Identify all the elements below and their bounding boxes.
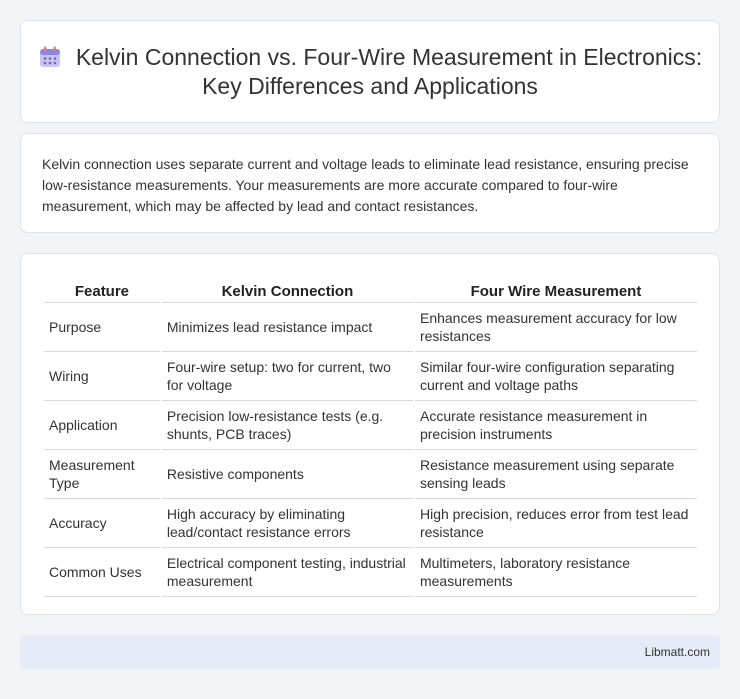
four-wire-cell: High precision, reduces error from test … [414, 499, 697, 548]
feature-cell: Accuracy [44, 499, 160, 548]
page-title: Kelvin Connection vs. Four-Wire Measurem… [21, 43, 719, 101]
page-title-text: Kelvin Connection vs. Four-Wire Measurem… [75, 44, 703, 99]
header-kelvin: Kelvin Connection [161, 273, 413, 303]
title-card: Kelvin Connection vs. Four-Wire Measurem… [20, 20, 720, 123]
table-row: Accuracy High accuracy by eliminating le… [44, 499, 697, 548]
kelvin-cell: Four-wire setup: two for current, two fo… [161, 352, 413, 401]
table-header-row: Feature Kelvin Connection Four Wire Meas… [44, 273, 697, 303]
table-row: Wiring Four-wire setup: two for current,… [44, 352, 697, 401]
intro-paragraph: Kelvin connection uses separate current … [42, 156, 689, 214]
calendar-icon [38, 45, 62, 69]
four-wire-cell: Resistance measurement using separate se… [414, 450, 697, 499]
feature-cell: Wiring [44, 352, 160, 401]
kelvin-cell: Precision low-resistance tests (e.g. shu… [161, 401, 413, 450]
feature-cell: Application [44, 401, 160, 450]
table-row: Purpose Minimizes lead resistance impact… [44, 303, 697, 352]
feature-cell: Common Uses [44, 548, 160, 597]
kelvin-cell: Electrical component testing, industrial… [161, 548, 413, 597]
intro-card: Kelvin connection uses separate current … [20, 133, 720, 233]
four-wire-cell: Multimeters, laboratory resistance measu… [414, 548, 697, 597]
kelvin-cell: High accuracy by eliminating lead/contac… [161, 499, 413, 548]
table-row: Common Uses Electrical component testing… [44, 548, 697, 597]
feature-cell: Measurement Type [44, 450, 160, 499]
four-wire-cell: Similar four-wire configuration separati… [414, 352, 697, 401]
kelvin-cell: Resistive components [161, 450, 413, 499]
feature-cell: Purpose [44, 303, 160, 352]
header-four-wire: Four Wire Measurement [414, 273, 697, 303]
four-wire-cell: Enhances measurement accuracy for low re… [414, 303, 697, 352]
four-wire-cell: Accurate resistance measurement in preci… [414, 401, 697, 450]
kelvin-cell: Minimizes lead resistance impact [161, 303, 413, 352]
comparison-table: Feature Kelvin Connection Four Wire Meas… [42, 273, 699, 597]
header-feature: Feature [44, 273, 160, 303]
table-row: Application Precision low-resistance tes… [44, 401, 697, 450]
comparison-card: Feature Kelvin Connection Four Wire Meas… [20, 253, 720, 615]
footer-bar: Libmatt.com [20, 635, 720, 669]
footer-site-link[interactable]: Libmatt.com [645, 645, 710, 659]
table-row: Measurement Type Resistive components Re… [44, 450, 697, 499]
